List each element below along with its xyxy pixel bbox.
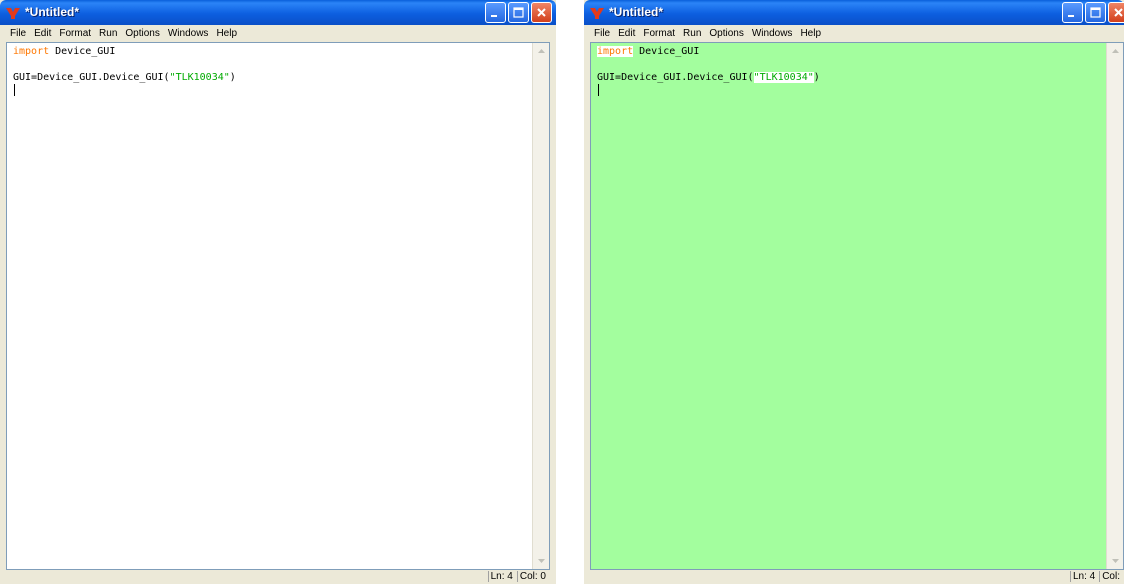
code-token: GUI=Device_GUI.Device_GUI( [597, 72, 754, 83]
code-line-3: GUI=Device_GUI.Device_GUI("TLK10034") [13, 71, 533, 84]
menu-edit[interactable]: Edit [34, 28, 51, 39]
status-bar: Ln: 4 Col: 0 [6, 570, 550, 584]
code-editor[interactable]: import Device_GUI GUI=Device_GUI.Device_… [590, 42, 1124, 570]
keyword-token: import [13, 46, 50, 57]
keyword-token: import [597, 46, 634, 57]
minimize-button[interactable] [1062, 2, 1083, 23]
arrow-down-icon [537, 559, 545, 563]
minimize-button[interactable] [485, 2, 506, 23]
vertical-scrollbar[interactable] [532, 43, 549, 569]
line-indicator: Ln: 4 [1069, 571, 1097, 582]
vertical-scrollbar[interactable] [1106, 43, 1123, 569]
menu-options[interactable]: Options [125, 28, 159, 39]
python-idle-icon [6, 8, 20, 19]
maximize-icon [1090, 7, 1101, 18]
code-token: ) [813, 72, 820, 83]
maximize-button[interactable] [1085, 2, 1106, 23]
python-idle-icon [590, 8, 604, 19]
text-cursor [14, 84, 15, 96]
string-token: "TLK10034" [169, 72, 230, 83]
arrow-up-icon [1111, 49, 1119, 53]
string-token: "TLK10034" [753, 72, 814, 83]
code-token: Device_GUI [633, 46, 700, 57]
menu-file[interactable]: File [10, 28, 26, 39]
menu-run[interactable]: Run [683, 28, 701, 39]
title-bar[interactable]: *Untitled* [584, 0, 1124, 25]
code-token: GUI=Device_GUI.Device_GUI( [13, 72, 170, 83]
menu-help[interactable]: Help [800, 28, 821, 39]
scroll-up-button[interactable] [1107, 43, 1123, 59]
close-icon [1114, 8, 1123, 17]
status-bar: Ln: 4 Col: [590, 570, 1124, 584]
line-indicator: Ln: 4 [487, 571, 515, 582]
menu-windows[interactable]: Windows [752, 28, 793, 39]
menu-bar: File Edit Format Run Options Windows Hel… [4, 25, 552, 42]
editor-window-left: *Untitled* File Edit Format Run Options … [0, 0, 556, 584]
code-text-area[interactable]: import Device_GUI GUI=Device_GUI.Device_… [591, 43, 1107, 569]
column-indicator: Col: [1099, 571, 1122, 582]
minimize-icon [491, 15, 497, 17]
column-indicator: Col: 0 [516, 571, 548, 582]
code-line-3: GUI=Device_GUI.Device_GUI("TLK10034") [597, 71, 1107, 84]
window-title: *Untitled* [609, 5, 663, 19]
menu-format[interactable]: Format [643, 28, 675, 39]
code-editor[interactable]: import Device_GUI GUI=Device_GUI.Device_… [6, 42, 550, 570]
scroll-down-button[interactable] [1107, 553, 1123, 569]
menu-file[interactable]: File [594, 28, 610, 39]
close-button[interactable] [1108, 2, 1124, 23]
scroll-down-button[interactable] [533, 553, 549, 569]
code-text-area[interactable]: import Device_GUI GUI=Device_GUI.Device_… [7, 43, 533, 569]
close-icon [537, 8, 546, 17]
menu-windows[interactable]: Windows [168, 28, 209, 39]
code-line-4 [597, 84, 1107, 97]
arrow-down-icon [1111, 559, 1119, 563]
arrow-up-icon [537, 49, 545, 53]
menu-options[interactable]: Options [709, 28, 743, 39]
menu-edit[interactable]: Edit [618, 28, 635, 39]
menu-bar: File Edit Format Run Options Windows Hel… [588, 25, 1120, 42]
maximize-button[interactable] [508, 2, 529, 23]
menu-format[interactable]: Format [59, 28, 91, 39]
menu-run[interactable]: Run [99, 28, 117, 39]
maximize-icon [513, 7, 524, 18]
code-line-1: import Device_GUI [13, 45, 533, 58]
text-cursor [598, 84, 599, 96]
code-line-4 [13, 84, 533, 97]
code-token: Device_GUI [49, 46, 116, 57]
editor-window-right: *Untitled* File Edit Format Run Options … [584, 0, 1124, 584]
window-title: *Untitled* [25, 5, 79, 19]
scroll-up-button[interactable] [533, 43, 549, 59]
code-line-1: import Device_GUI [597, 45, 1107, 58]
code-token: ) [229, 72, 236, 83]
menu-help[interactable]: Help [216, 28, 237, 39]
title-bar[interactable]: *Untitled* [0, 0, 556, 25]
close-button[interactable] [531, 2, 552, 23]
minimize-icon [1068, 15, 1074, 17]
